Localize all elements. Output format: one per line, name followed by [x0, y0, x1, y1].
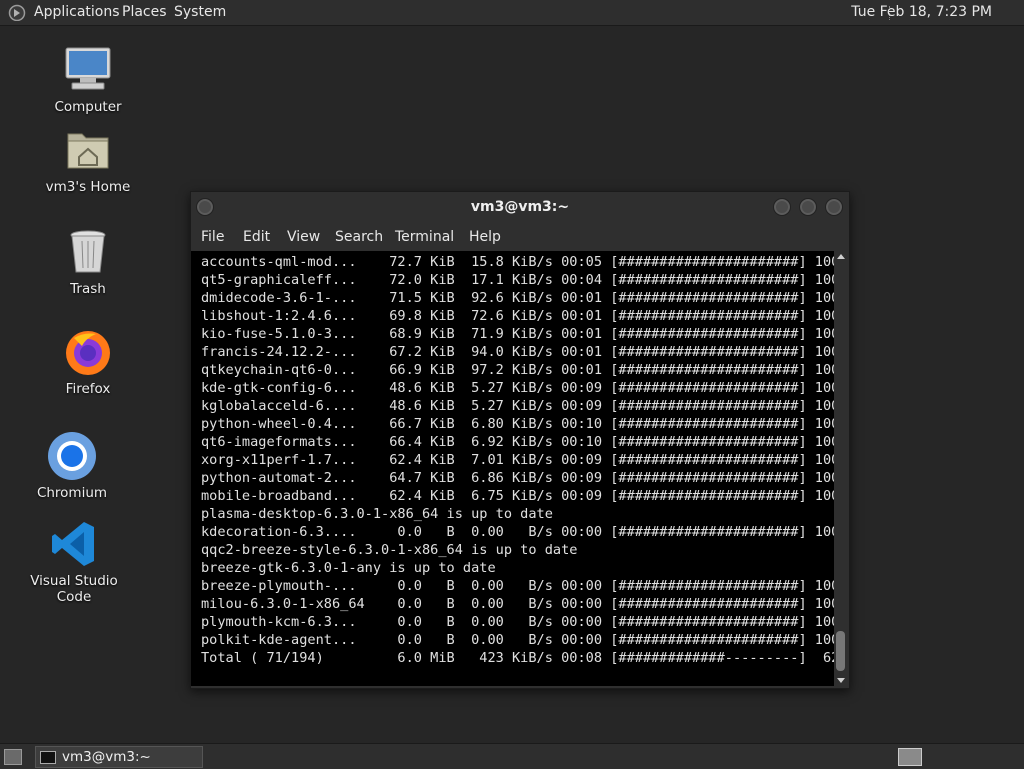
- menu-file[interactable]: File: [201, 223, 224, 251]
- terminal-menubar: File Edit View Search Terminal Help: [191, 223, 849, 251]
- scroll-down-arrow-icon[interactable]: [837, 678, 845, 683]
- system-menu[interactable]: System: [174, 0, 226, 25]
- clock[interactable]: Tue Feb 18, 7:23 PM: [851, 0, 992, 25]
- terminal-line: accounts-qml-mod... 72.7 KiB 15.8 KiB/s …: [201, 254, 834, 270]
- firefox-icon: [62, 326, 114, 378]
- terminal-line: qt6-imageformats... 66.4 KiB 6.92 KiB/s …: [201, 434, 834, 450]
- terminal-line: qt5-graphicaleff... 72.0 KiB 17.1 KiB/s …: [201, 272, 834, 288]
- applications-menu[interactable]: Applications: [34, 0, 120, 25]
- terminal-line: kde-gtk-config-6... 48.6 KiB 5.27 KiB/s …: [201, 380, 834, 396]
- computer-icon: [62, 44, 114, 96]
- terminal-line: kglobalacceld-6.... 48.6 KiB 5.27 KiB/s …: [201, 398, 834, 414]
- bottom-panel: vm3@vm3:~: [0, 743, 1024, 769]
- menu-help[interactable]: Help: [469, 223, 501, 251]
- terminal-line: francis-24.12.2-... 67.2 KiB 94.0 KiB/s …: [201, 344, 834, 360]
- terminal-line: plymouth-kcm-6.3... 0.0 B 0.00 B/s 00:00…: [201, 614, 834, 630]
- desktop-icon-computer[interactable]: Computer: [28, 44, 148, 115]
- taskbar-terminal-button[interactable]: vm3@vm3:~: [35, 746, 203, 768]
- window-title: vm3@vm3:~: [470, 199, 570, 215]
- terminal-window[interactable]: vm3@vm3:~ File Edit View Search Terminal…: [190, 191, 850, 689]
- minimize-button[interactable]: [773, 198, 791, 216]
- terminal-line: polkit-kde-agent... 0.0 B 0.00 B/s 00:00…: [201, 632, 834, 648]
- terminal-line: milou-6.3.0-1-x86_64 0.0 B 0.00 B/s 00:0…: [201, 596, 834, 612]
- vscode-icon: [48, 518, 100, 570]
- scroll-thumb[interactable]: [836, 631, 845, 671]
- top-panel: Applications Places System Tue Feb 18, 7…: [0, 0, 1024, 26]
- desktop-icon-label: vm3's Home: [45, 179, 131, 195]
- terminal-line: Total ( 71/194) 6.0 MiB 423 KiB/s 00:08 …: [201, 650, 834, 666]
- trash-icon: [62, 226, 114, 278]
- desktop-icon-firefox[interactable]: Firefox: [28, 326, 148, 397]
- terminal-icon: [40, 751, 56, 764]
- terminal-line: kio-fuse-5.1.0-3... 68.9 KiB 71.9 KiB/s …: [201, 326, 834, 342]
- home-folder-icon: [62, 124, 114, 176]
- gnome-foot-icon[interactable]: [8, 4, 26, 21]
- menu-search[interactable]: Search: [335, 223, 383, 251]
- terminal-line: plasma-desktop-6.3.0-1-x86_64 is up to d…: [201, 506, 553, 522]
- menu-edit[interactable]: Edit: [243, 223, 270, 251]
- desktop-icon-label: Firefox: [65, 381, 111, 397]
- chromium-icon: [46, 430, 98, 482]
- terminal-line: libshout-1:2.4.6... 69.8 KiB 72.6 KiB/s …: [201, 308, 834, 324]
- terminal-scrollbar[interactable]: [834, 251, 848, 686]
- desktop-icon-label: Chromium: [36, 485, 108, 501]
- terminal-line: breeze-gtk-6.3.0-1-any is up to date: [201, 560, 496, 576]
- desktop-icon-label: Visual Studio Code: [30, 573, 118, 605]
- terminal-line: breeze-plymouth-... 0.0 B 0.00 B/s 00:00…: [201, 578, 834, 594]
- desktop-icon-vscode[interactable]: Visual Studio Code: [14, 518, 134, 605]
- desktop-icon-label: Trash: [70, 281, 106, 297]
- taskbar-label: vm3@vm3:~: [62, 749, 151, 765]
- desktop-icon-home[interactable]: vm3's Home: [28, 124, 148, 195]
- desktop-icon-chromium[interactable]: Chromium: [12, 430, 132, 501]
- terminal-output[interactable]: accounts-qml-mod... 72.7 KiB 15.8 KiB/s …: [191, 251, 834, 686]
- terminal-line: qqc2-breeze-style-6.3.0-1-x86_64 is up t…: [201, 542, 578, 558]
- places-menu[interactable]: Places: [122, 0, 167, 25]
- close-button[interactable]: [825, 198, 843, 216]
- terminal-lines: accounts-qml-mod... 72.7 KiB 15.8 KiB/s …: [201, 253, 834, 667]
- terminal-line: xorg-x11perf-1.7... 62.4 KiB 7.01 KiB/s …: [201, 452, 834, 468]
- workspace-switcher[interactable]: [898, 748, 922, 766]
- desktop-icon-label: Computer: [54, 99, 122, 115]
- scroll-up-arrow-icon[interactable]: [837, 254, 845, 259]
- show-desktop-icon[interactable]: [4, 749, 22, 765]
- maximize-button[interactable]: [799, 198, 817, 216]
- menu-terminal[interactable]: Terminal: [395, 223, 454, 251]
- terminal-line: dmidecode-3.6-1-... 71.5 KiB 92.6 KiB/s …: [201, 290, 834, 306]
- terminal-line: python-wheel-0.4... 66.7 KiB 6.80 KiB/s …: [201, 416, 834, 432]
- terminal-line: python-automat-2... 64.7 KiB 6.86 KiB/s …: [201, 470, 834, 486]
- desktop-icon-trash[interactable]: Trash: [28, 226, 148, 297]
- terminal-line: mobile-broadband... 62.4 KiB 6.75 KiB/s …: [201, 488, 834, 504]
- menu-view[interactable]: View: [287, 223, 320, 251]
- terminal-line: qtkeychain-qt6-0... 66.9 KiB 97.2 KiB/s …: [201, 362, 834, 378]
- terminal-line: kdecoration-6.3.... 0.0 B 0.00 B/s 00:00…: [201, 524, 834, 540]
